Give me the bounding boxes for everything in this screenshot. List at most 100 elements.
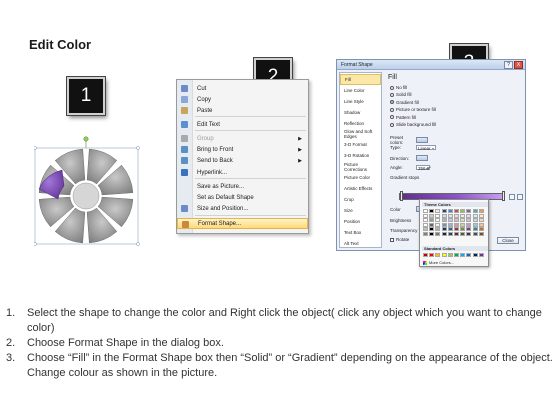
category-3-d-rotation[interactable]: 3-D Rotation	[340, 150, 381, 161]
fill-option-no-fill[interactable]: No fill	[390, 85, 407, 90]
category-alt-text[interactable]: Alt Text	[340, 238, 381, 249]
resize-handle[interactable]	[33, 146, 37, 150]
category-3-d-format[interactable]: 3-D Format	[340, 139, 381, 150]
color-swatch[interactable]	[423, 213, 428, 218]
color-swatch[interactable]	[478, 231, 484, 236]
color-swatch[interactable]	[441, 253, 447, 257]
color-swatch[interactable]	[447, 218, 453, 223]
color-swatch[interactable]	[423, 227, 428, 232]
color-swatch[interactable]	[478, 213, 484, 218]
color-swatch[interactable]	[478, 227, 484, 232]
color-swatch[interactable]	[441, 209, 447, 213]
color-swatch[interactable]	[453, 253, 459, 257]
add-stop-icon[interactable]	[509, 194, 515, 200]
color-swatch[interactable]	[423, 231, 428, 236]
color-swatch[interactable]	[466, 209, 472, 213]
color-swatch[interactable]	[472, 227, 478, 232]
color-swatch[interactable]	[429, 227, 435, 232]
color-swatch[interactable]	[429, 253, 435, 257]
color-swatch[interactable]	[447, 253, 453, 257]
fill-option-gradient-fill[interactable]: Gradient fill	[390, 100, 419, 105]
radio-button[interactable]	[390, 85, 394, 90]
color-swatch[interactable]	[453, 218, 459, 223]
color-swatch[interactable]	[460, 253, 466, 257]
category-artistic-effects[interactable]: Artistic Effects	[340, 183, 381, 194]
menu-item-bring-to-front[interactable]: Bring to Front ▶	[177, 144, 308, 155]
remove-stop-icon[interactable]	[517, 194, 523, 200]
color-swatch[interactable]	[441, 222, 447, 227]
color-swatch[interactable]	[466, 253, 472, 257]
color-swatch[interactable]	[472, 222, 478, 227]
close-button[interactable]: Close	[497, 237, 519, 244]
color-swatch[interactable]	[453, 213, 459, 218]
color-swatch[interactable]	[423, 253, 428, 257]
menu-item-hyperlink[interactable]: Hyperlink...	[177, 167, 308, 178]
color-swatch[interactable]	[472, 213, 478, 218]
menu-item-copy[interactable]: Copy	[177, 94, 308, 105]
color-swatch[interactable]	[466, 231, 472, 236]
category-text-box[interactable]: Text Box	[340, 227, 381, 238]
purple-segment[interactable]	[38, 169, 65, 200]
color-swatch[interactable]	[472, 218, 478, 223]
fill-option-pattern-fill[interactable]: Pattern fill	[390, 115, 416, 120]
color-swatch[interactable]	[478, 218, 484, 223]
color-swatch[interactable]	[472, 253, 478, 257]
color-swatch[interactable]	[435, 227, 441, 232]
category-picture-color[interactable]: Picture Color	[340, 172, 381, 183]
color-swatch[interactable]	[472, 231, 478, 236]
color-swatch[interactable]	[466, 222, 472, 227]
color-swatch[interactable]	[453, 209, 459, 213]
category-crop[interactable]: Crop	[340, 194, 381, 205]
color-swatch[interactable]	[429, 222, 435, 227]
menu-item-edit-text[interactable]: Edit Text	[177, 119, 308, 130]
color-swatch[interactable]	[447, 213, 453, 218]
color-swatch[interactable]	[429, 209, 435, 213]
color-swatch[interactable]	[447, 222, 453, 227]
puzzle-wheel[interactable]	[33, 134, 140, 246]
gradient-stop-handle[interactable]	[502, 191, 505, 201]
category-line-color[interactable]: Line Color	[340, 85, 381, 96]
fill-option-slide-background-fill[interactable]: Slide background fill	[390, 122, 436, 127]
color-swatch[interactable]	[429, 213, 435, 218]
color-swatch[interactable]	[435, 209, 441, 213]
direction-button[interactable]	[416, 155, 428, 161]
category-position[interactable]: Position	[340, 216, 381, 227]
color-swatch[interactable]	[435, 253, 441, 257]
angle-input[interactable]: 356.9°	[416, 165, 431, 171]
type-dropdown[interactable]: Linear	[416, 145, 436, 151]
color-swatch[interactable]	[460, 222, 466, 227]
menu-item-save-as-picture[interactable]: Save as Picture...	[177, 181, 308, 192]
menu-item-paste[interactable]: Paste	[177, 105, 308, 116]
category-line-style[interactable]: Line Style	[340, 96, 381, 107]
color-swatch[interactable]	[441, 218, 447, 223]
category-shadow[interactable]: Shadow	[340, 107, 381, 118]
color-swatch[interactable]	[460, 227, 466, 232]
radio-button[interactable]	[390, 92, 394, 97]
gradient-stop-handle[interactable]	[400, 191, 403, 201]
color-swatch[interactable]	[460, 218, 466, 223]
color-swatch[interactable]	[435, 218, 441, 223]
color-swatch[interactable]	[447, 209, 453, 213]
color-swatch[interactable]	[441, 213, 447, 218]
color-swatch[interactable]	[472, 209, 478, 213]
category-picture-corrections[interactable]: Picture Corrections	[340, 161, 381, 172]
color-swatch[interactable]	[453, 231, 459, 236]
color-swatch[interactable]	[478, 209, 484, 213]
color-swatch[interactable]	[460, 213, 466, 218]
radio-button[interactable]	[390, 115, 394, 120]
rotate-handle[interactable]	[83, 136, 89, 142]
menu-item-send-to-back[interactable]: Send to Back ▶	[177, 155, 308, 166]
color-swatch[interactable]	[423, 209, 428, 213]
category-reflection[interactable]: Reflection	[340, 118, 381, 129]
radio-button[interactable]	[390, 100, 394, 105]
color-swatch[interactable]	[423, 222, 428, 227]
color-swatch[interactable]	[423, 218, 428, 223]
fill-option-picture-or-texture-fill[interactable]: Picture or texture fill	[390, 107, 436, 112]
color-swatch[interactable]	[447, 227, 453, 232]
menu-item-format-shape[interactable]: Format Shape...	[177, 218, 308, 229]
color-swatch[interactable]	[441, 227, 447, 232]
color-swatch[interactable]	[435, 231, 441, 236]
color-swatch[interactable]	[441, 231, 447, 236]
color-swatch[interactable]	[435, 213, 441, 218]
dialog-titlebar[interactable]: Format Shape ? X	[337, 60, 525, 70]
